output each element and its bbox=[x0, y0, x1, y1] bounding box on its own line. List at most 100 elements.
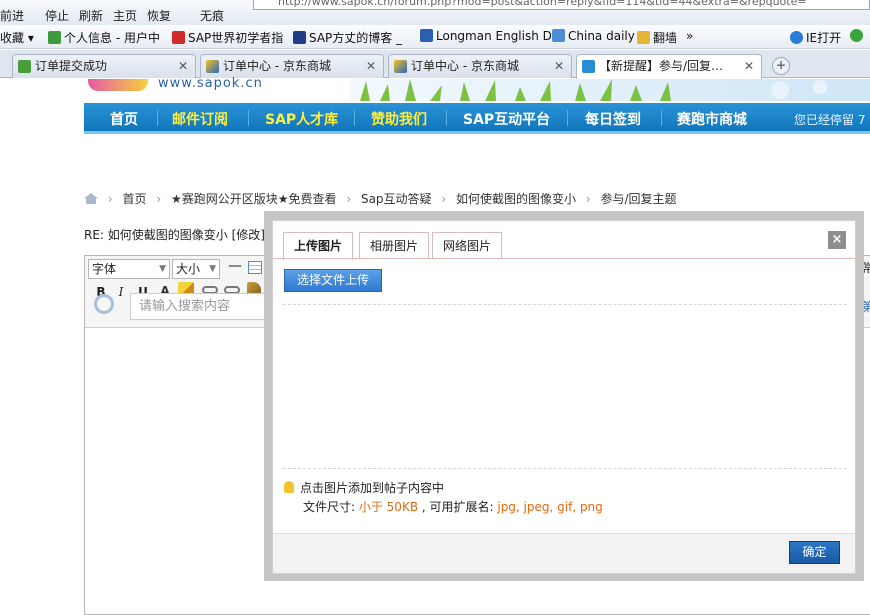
fav-item-longman[interactable]: Longman English Di bbox=[420, 29, 555, 43]
chevron-down-icon: ▼ bbox=[209, 264, 216, 274]
refresh-green-icon[interactable] bbox=[850, 29, 866, 43]
new-tab-plus-icon[interactable]: + bbox=[772, 57, 790, 75]
size-label: 文件尺寸: bbox=[303, 500, 359, 514]
restore-button[interactable]: 恢复 bbox=[147, 7, 171, 24]
breadcrumb-sap-qa[interactable]: Sap互动答疑 bbox=[361, 192, 432, 206]
close-tab-icon[interactable]: ✕ bbox=[178, 55, 188, 77]
home-icon[interactable] bbox=[84, 193, 98, 204]
tab-album-image[interactable]: 相册图片 bbox=[359, 232, 430, 259]
breadcrumb-thread[interactable]: 如何使截图的图像变小 bbox=[456, 192, 576, 206]
italic-icon[interactable]: I bbox=[114, 285, 128, 299]
confirm-button[interactable]: 确定 bbox=[789, 541, 840, 564]
jd-icon bbox=[394, 60, 407, 73]
table-icon[interactable] bbox=[248, 261, 262, 274]
incognito-button[interactable]: 无痕 bbox=[200, 7, 224, 24]
nav-divider bbox=[354, 110, 355, 126]
file-size-info: 文件尺寸: 小于 50KB , 可用扩展名: jpg, jpeg, gif, p… bbox=[303, 498, 603, 515]
font-size-select[interactable]: 大小 ▼ bbox=[172, 259, 220, 279]
page-icon bbox=[552, 29, 565, 42]
sapok-icon bbox=[582, 60, 595, 73]
nav-divider bbox=[157, 110, 158, 126]
address-input[interactable]: http://www.sapok.cn/forum.php?mod=post&a… bbox=[253, 0, 870, 10]
tab-order-center-2[interactable]: 订单中心 - 京东商城 ✕ bbox=[388, 54, 572, 78]
tab-reply-active[interactable]: 【新提醒】参与/回复… ✕ bbox=[576, 54, 762, 79]
browser-toolbar: 前进 停止 刷新 主页 恢复 无痕 http://www.sapok.cn/fo… bbox=[0, 0, 870, 25]
ie-page-icon bbox=[48, 31, 61, 44]
folder-icon bbox=[637, 31, 650, 44]
nav-daily-checkin[interactable]: 每日签到 bbox=[585, 109, 641, 129]
nav-divider bbox=[248, 110, 249, 126]
nav-home[interactable]: 首页 bbox=[110, 109, 138, 129]
nav-sap-talent[interactable]: SAP人才库 bbox=[265, 109, 338, 129]
breadcrumb-chevron-icon: › bbox=[585, 192, 591, 206]
fav-item-profile[interactable]: 个人信息 - 用户中 bbox=[48, 29, 160, 46]
breadcrumb-chevron-icon: › bbox=[107, 192, 113, 206]
fav-item-sap-blog[interactable]: SAP方丈的博客 _ bbox=[293, 29, 402, 46]
favorites-bar: 收藏 ▾ 个人信息 - 用户中 SAP世界初学者指 SAP方丈的博客 _ Lon… bbox=[0, 25, 870, 49]
divider bbox=[283, 304, 847, 305]
image-upload-dialog: 上传图片 相册图片 网络图片 × 选择文件上传 点击图片添加到帖子内容中 文件尺… bbox=[272, 220, 856, 574]
close-tab-icon[interactable]: ✕ bbox=[366, 55, 376, 77]
nav-sap-interact[interactable]: SAP互动平台 bbox=[463, 109, 550, 129]
favorites-menu[interactable]: 收藏 ▾ bbox=[0, 29, 34, 46]
forward-button[interactable]: 前进 bbox=[0, 7, 24, 24]
site-url-text: www.sapok.cn bbox=[158, 76, 263, 91]
fav-more-chevron-icon[interactable]: » bbox=[686, 29, 693, 43]
breadcrumb-forum-section[interactable]: ★赛跑网公开区版块★免费查看 bbox=[171, 192, 337, 206]
nav-divider bbox=[661, 110, 662, 126]
refresh-button[interactable]: 刷新 bbox=[79, 7, 103, 24]
nav-divider bbox=[446, 110, 447, 126]
jd-icon bbox=[206, 60, 219, 73]
breadcrumb: › 首页 › ★赛跑网公开区版块★免费查看 › Sap互动答疑 › 如何使截图的… bbox=[84, 190, 683, 207]
breadcrumb-chevron-icon: › bbox=[441, 192, 447, 206]
dialog-footer bbox=[273, 533, 855, 573]
horizontal-rule-icon[interactable]: — bbox=[228, 258, 242, 274]
breadcrumb-chevron-icon: › bbox=[156, 192, 162, 206]
upload-hint: 点击图片添加到帖子内容中 bbox=[284, 479, 444, 496]
nav-mail-subscribe[interactable]: 邮件订阅 bbox=[172, 109, 228, 129]
ext-label: , 可用扩展名: bbox=[418, 500, 498, 514]
divider bbox=[283, 468, 847, 469]
stay-time-text: 您已经停留 7 分 bbox=[794, 113, 870, 127]
fav-item-firewall[interactable]: 翻墙 bbox=[637, 29, 677, 46]
tab-order-center-1[interactable]: 订单中心 - 京东商城 ✕ bbox=[200, 54, 384, 78]
close-icon[interactable]: × bbox=[828, 231, 846, 249]
home-button[interactable]: 主页 bbox=[113, 7, 137, 24]
search-icon bbox=[94, 294, 114, 314]
tab-web-image[interactable]: 网络图片 bbox=[432, 232, 503, 259]
tab-order-submitted[interactable]: 订单提交成功 ✕ bbox=[12, 54, 196, 78]
search-input[interactable]: 请输入搜索内容 bbox=[130, 293, 270, 320]
banner-grass-image bbox=[350, 79, 870, 101]
grass-graphic bbox=[360, 79, 827, 101]
page-icon bbox=[420, 29, 433, 42]
tab-upload-image[interactable]: 上传图片 bbox=[283, 232, 354, 260]
ext-value: jpg, jpeg, gif, png bbox=[497, 500, 603, 514]
tab-strip: 订单提交成功 ✕ 订单中心 - 京东商城 ✕ 订单中心 - 京东商城 ✕ 【新提醒】参… bbox=[0, 50, 870, 79]
stop-button[interactable]: 停止 bbox=[45, 7, 69, 24]
breadcrumb-current: 参与/回复主题 bbox=[600, 192, 677, 206]
chevron-down-icon: ▼ bbox=[159, 264, 166, 274]
sap-icon bbox=[172, 31, 185, 44]
hint-text: 点击图片添加到帖子内容中 bbox=[300, 481, 445, 495]
nav-shop[interactable]: 赛跑市商城 bbox=[677, 109, 747, 129]
font-family-select[interactable]: 字体 ▼ bbox=[88, 259, 170, 279]
post-title: RE: 如何使截图的图像变小 [修改] bbox=[84, 228, 265, 242]
nav-sponsor[interactable]: 赞助我们 bbox=[371, 109, 427, 129]
close-tab-icon[interactable]: ✕ bbox=[744, 55, 754, 77]
breadcrumb-home[interactable]: 首页 bbox=[122, 192, 146, 206]
site-nav: 首页 邮件订阅 SAP人才库 赞助我们 SAP互动平台 每日签到 赛跑市商城 您… bbox=[84, 103, 870, 134]
fav-item-sap-world[interactable]: SAP世界初学者指 bbox=[172, 29, 283, 46]
size-value: 小于 50KB bbox=[358, 500, 419, 514]
lightbulb-icon bbox=[284, 481, 294, 493]
ie-open-button[interactable]: IE打开 bbox=[790, 29, 841, 46]
tab-underline bbox=[273, 258, 855, 259]
ie-page-icon bbox=[18, 60, 31, 73]
ie-icon bbox=[790, 31, 803, 44]
select-file-upload-button[interactable]: 选择文件上传 bbox=[284, 269, 382, 292]
breadcrumb-chevron-icon: › bbox=[346, 192, 352, 206]
logo-graphic bbox=[88, 79, 148, 91]
close-tab-icon[interactable]: ✕ bbox=[554, 55, 564, 77]
k-icon bbox=[293, 31, 306, 44]
fav-item-chinadaily[interactable]: China daily bbox=[552, 29, 635, 43]
nav-divider bbox=[567, 110, 568, 126]
